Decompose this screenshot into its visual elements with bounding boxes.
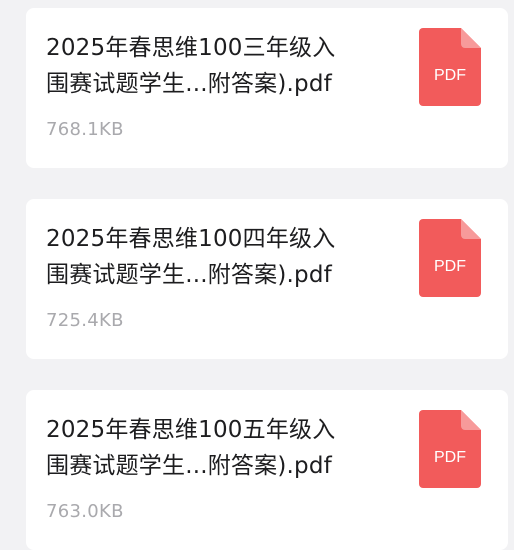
file-card[interactable]: 2025年春思维100三年级入 围赛试题学生...附答案).pdf 768.1K…	[26, 8, 508, 168]
pdf-file-icon: PDF	[419, 219, 481, 297]
file-size: 763.0KB	[46, 501, 124, 522]
file-card[interactable]: 2025年春思维100五年级入 围赛试题学生...附答案).pdf 763.0K…	[26, 390, 508, 550]
pdf-file-icon: PDF	[419, 410, 481, 488]
pdf-icon-label: PDF	[434, 258, 466, 275]
file-card[interactable]: 2025年春思维100四年级入 围赛试题学生...附答案).pdf 725.4K…	[26, 199, 508, 359]
file-list: 2025年春思维100三年级入 围赛试题学生...附答案).pdf 768.1K…	[0, 0, 514, 550]
pdf-icon-label: PDF	[434, 67, 466, 84]
pdf-file-icon: PDF	[419, 28, 481, 106]
file-name: 2025年春思维100三年级入 围赛试题学生...附答案).pdf	[46, 35, 336, 97]
file-name: 2025年春思维100五年级入 围赛试题学生...附答案).pdf	[46, 417, 336, 479]
file-size: 725.4KB	[46, 310, 124, 331]
pdf-icon-label: PDF	[434, 449, 466, 466]
file-name: 2025年春思维100四年级入 围赛试题学生...附答案).pdf	[46, 226, 336, 288]
file-size: 768.1KB	[46, 119, 124, 140]
